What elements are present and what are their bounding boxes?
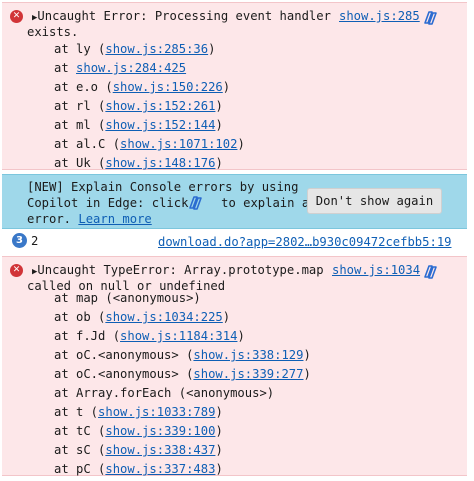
stack-frame-text: at ml ( [54, 118, 106, 132]
stack-frame-link[interactable]: show.js:338:437 [105, 443, 215, 457]
copilot-icon[interactable] [187, 195, 203, 211]
stack-frame-link[interactable]: show.js:285:36 [105, 42, 208, 56]
stack-frame-text: at map (<anonymous>) [54, 291, 201, 305]
stack-frame-text: at t ( [54, 405, 99, 419]
stack-frame: at ml (show.js:152:144) [54, 117, 223, 133]
stack-frame-link[interactable]: show.js:337:483 [105, 462, 215, 476]
stack-frame-link[interactable]: show.js:1071:102 [120, 137, 237, 151]
stack-frame: at rl (show.js:152:261) [54, 98, 223, 114]
error-source-link[interactable]: show.js:1034 [332, 262, 420, 278]
stack-frame-link[interactable]: show.js:152:261 [105, 99, 215, 113]
copilot-icon[interactable] [422, 264, 438, 280]
info-text-1: [NEW] Explain Console errors by using [27, 180, 299, 194]
stack-frame: at t (show.js:1033:789) [54, 404, 223, 420]
error-count-badge: 3 [12, 233, 27, 248]
stack-frame-link[interactable]: show.js:338:129 [193, 348, 303, 362]
stack-frame-text: ) [222, 310, 231, 324]
stack-frame-text: at pC ( [54, 462, 106, 476]
stack-frame-text: at al.C ( [54, 137, 121, 151]
console-error-2: ✕ ▶Uncaught TypeError: Array.prototype.m… [2, 256, 467, 476]
stack-frame-text: at oC.<anonymous> ( [54, 348, 194, 362]
stack-frame-text: at oC.<anonymous> ( [54, 367, 194, 381]
stack-frame-text: at rl ( [54, 99, 106, 113]
stack-frame-link[interactable]: show.js:152:144 [105, 118, 215, 132]
stack-frame-text: ) [303, 367, 311, 381]
stack-frame-text: ) [215, 156, 223, 170]
info-text-2: Copilot in Edge: click to explain an [27, 196, 317, 210]
stack-frame-link[interactable]: show.js:339:100 [105, 424, 215, 438]
copilot-icon[interactable] [422, 10, 438, 26]
stack-frame-link[interactable]: show.js:1033:789 [98, 405, 215, 419]
stack-frame-text: ) [303, 348, 311, 362]
stack-frame-link[interactable]: show.js:148:176 [105, 156, 215, 170]
console-error-1: ✕ ▶Uncaught Error: Processing event hand… [2, 2, 467, 170]
stack-frame: at ly (show.js:285:36) [54, 41, 215, 57]
stack-frame-link[interactable]: show.js:1184:314 [120, 329, 237, 343]
error-icon: ✕ [10, 10, 23, 23]
stack-frame: at tC (show.js:339:100) [54, 423, 223, 439]
copilot-info-banner: [NEW] Explain Console errors by using Co… [2, 174, 467, 229]
stack-frame: at f.Jd (show.js:1184:314) [54, 328, 245, 344]
group-count: 2 [31, 234, 39, 248]
stack-frame-text: at [54, 61, 77, 75]
stack-frame-text: ) [215, 462, 223, 476]
stack-frame-link[interactable]: show.js:284:425 [76, 61, 186, 75]
stack-frame-link[interactable]: show.js:150:226 [113, 80, 223, 94]
error-icon: ✕ [10, 264, 23, 277]
stack-frame-text: ) [215, 443, 223, 457]
stack-frame-text: at Uk ( [54, 156, 106, 170]
stack-frame-text: at tC ( [54, 424, 106, 438]
stack-frame-text: ) [215, 405, 223, 419]
stack-frame-text: at f.Jd ( [54, 329, 121, 343]
stack-frame: at show.js:284:425 [54, 60, 186, 76]
stack-frame-text: at ob ( [54, 310, 106, 324]
error-source-link[interactable]: show.js:285 [339, 8, 420, 24]
dont-show-again-button[interactable]: Don't show again [307, 188, 442, 214]
stack-frame-text: ) [215, 99, 223, 113]
stack-frame-text: ) [237, 137, 245, 151]
stack-frame-text: at e.o ( [54, 80, 113, 94]
stack-frame-link[interactable]: show.js:1034:225 [105, 310, 222, 324]
stack-frame: at Array.forEach (<anonymous>) [54, 385, 274, 401]
stack-frame-text: at sC ( [54, 443, 106, 457]
stack-frame: at oC.<anonymous> (show.js:338:129) [54, 347, 311, 363]
stack-frame: at e.o (show.js:150:226) [54, 79, 230, 95]
error-message-cont: exists. [27, 25, 79, 39]
stack-frame: at al.C (show.js:1071:102) [54, 136, 245, 152]
info-text-3: error. Learn more [27, 212, 152, 226]
stack-frame-text: at Array.forEach (<anonymous>) [54, 386, 275, 400]
learn-more-link[interactable]: Learn more [78, 212, 151, 226]
stack-frame-text: ) [222, 80, 231, 94]
stack-frame: at pC (show.js:337:483) [54, 461, 223, 477]
stack-frame-link[interactable]: show.js:339:277 [193, 367, 303, 381]
stack-frame: at oC.<anonymous> (show.js:339:277) [54, 366, 311, 382]
stack-frame-text: ) [215, 424, 223, 438]
group-source-link[interactable]: download.do?app=2802…b930c09472cefbb5:19 [158, 234, 452, 250]
stack-frame: at ob (show.js:1034:225) [54, 309, 230, 325]
stack-frame: at Uk (show.js:148:176) [54, 155, 223, 171]
stack-frame: at sC (show.js:338:437) [54, 442, 223, 458]
stack-frame-text: ) [208, 42, 216, 56]
stack-frame: at map (<anonymous>) [54, 290, 201, 306]
stack-frame-text: ) [215, 118, 223, 132]
stack-frame-text: at ly ( [54, 42, 106, 56]
stack-frame-text: ) [237, 329, 245, 343]
